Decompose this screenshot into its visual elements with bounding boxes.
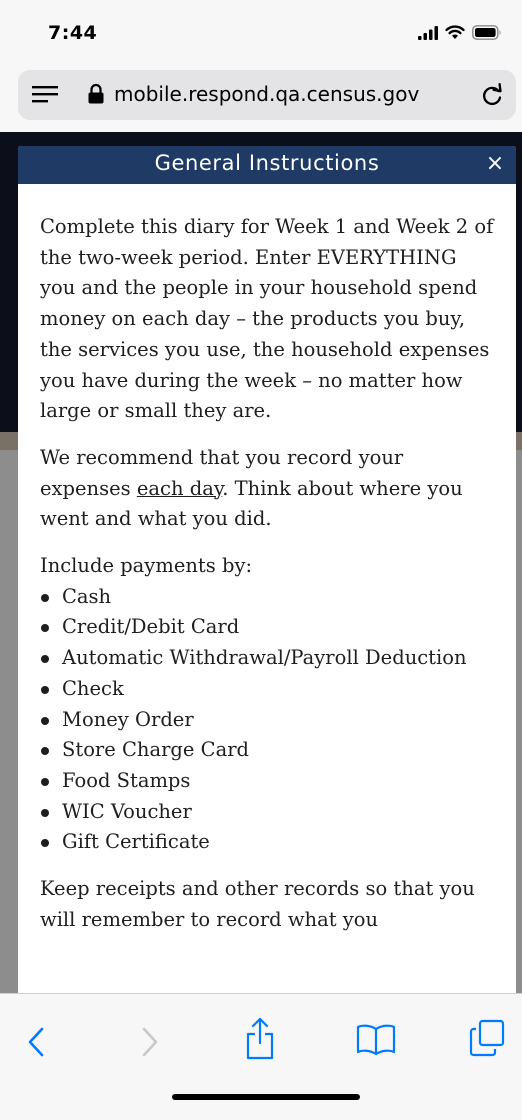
close-icon[interactable]: ×: [482, 149, 508, 179]
list-item: Food Stamps: [40, 766, 496, 797]
instructions-paragraph-1: Complete this diary for Week 1 and Week …: [40, 215, 494, 423]
modal-body: Complete this diary for Week 1 and Week …: [40, 212, 496, 935]
payment-methods-list: Cash Credit/Debit Card Automatic Withdra…: [40, 582, 496, 858]
tabs-icon[interactable]: [469, 1019, 505, 1057]
status-time: 7:44: [48, 22, 98, 44]
wifi-icon: [445, 25, 465, 39]
list-item: Check: [40, 674, 496, 705]
status-bar: 7:44: [0, 0, 522, 66]
list-item: Automatic Withdrawal/Payroll Deduction: [40, 643, 496, 674]
instructions-paragraph-3: Keep receipts and other records so that …: [40, 877, 475, 931]
menu-icon[interactable]: [32, 84, 58, 106]
battery-icon: [472, 25, 501, 40]
list-item: Store Charge Card: [40, 735, 496, 766]
url-text[interactable]: mobile.respond.qa.census.gov: [114, 82, 419, 106]
lock-icon: [88, 83, 104, 104]
status-icons: [418, 25, 502, 40]
back-icon[interactable]: [26, 1025, 46, 1059]
web-content: General Instructions × Complete this dia…: [0, 132, 522, 993]
forward-icon[interactable]: [140, 1025, 160, 1059]
modal-header: General Instructions ×: [18, 146, 516, 184]
list-item: Credit/Debit Card: [40, 612, 496, 643]
home-indicator[interactable]: [172, 1094, 360, 1100]
bookmarks-icon[interactable]: [356, 1023, 396, 1055]
list-item: Cash: [40, 582, 496, 613]
list-item: Money Order: [40, 705, 496, 736]
instructions-modal: General Instructions × Complete this dia…: [18, 146, 516, 993]
signal-icon: [418, 25, 438, 40]
share-icon[interactable]: [246, 1016, 274, 1060]
list-item: WIC Voucher: [40, 797, 496, 828]
url-bar[interactable]: mobile.respond.qa.census.gov: [18, 70, 516, 120]
payments-intro: Include payments by:: [40, 554, 253, 578]
modal-title: General Instructions: [154, 151, 380, 175]
each-day-emphasis: each day: [136, 476, 223, 500]
list-item: Gift Certificate: [40, 827, 496, 858]
browser-toolbar: [0, 993, 522, 1120]
instructions-paragraph-2: We recommend that you record your expens…: [40, 443, 496, 535]
reload-icon[interactable]: [480, 82, 504, 108]
